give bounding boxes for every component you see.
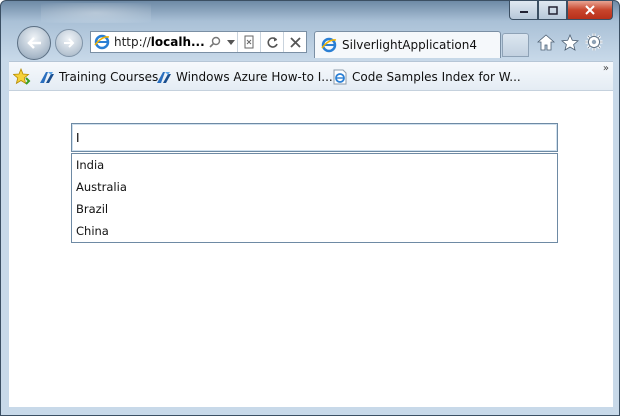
favorite-label: Code Samples Index for W... <box>352 70 521 84</box>
favorite-label: Windows Azure How-to I... <box>176 70 333 84</box>
refresh-icon <box>266 36 278 48</box>
arrow-left-icon <box>27 37 41 49</box>
suggestion-item[interactable]: Australia <box>72 176 557 198</box>
suggestion-item[interactable]: China <box>72 220 557 242</box>
maximize-button[interactable] <box>538 1 567 20</box>
close-icon <box>585 5 595 15</box>
browser-window: http://localh... SilverlightApplication4… <box>0 0 620 416</box>
address-url[interactable]: http://localh... <box>114 35 205 49</box>
arrow-right-icon <box>64 38 75 48</box>
refresh-button[interactable] <box>260 32 283 52</box>
caption-buttons <box>509 1 613 20</box>
favorite-training-courses[interactable]: Training Courses <box>39 69 158 85</box>
favorites-button[interactable] <box>560 32 580 52</box>
close-window-button[interactable] <box>567 1 613 20</box>
window-bottom-border <box>1 407 619 415</box>
ie-icon <box>94 34 110 50</box>
maximize-icon <box>547 5 558 15</box>
favorite-windows-azure-howto[interactable]: Windows Azure How-to I... <box>156 69 333 85</box>
stop-icon <box>289 36 301 48</box>
autocomplete-input-box[interactable] <box>71 123 558 152</box>
suggestion-list: India Australia Brazil China <box>71 153 558 243</box>
address-tools <box>205 32 306 52</box>
suggestion-item[interactable]: Brazil <box>72 198 557 220</box>
azure-icon <box>157 72 171 83</box>
home-icon <box>537 33 555 50</box>
page-content: India Australia Brazil China <box>9 91 613 409</box>
stop-button[interactable] <box>283 32 306 52</box>
tab-silverlight[interactable]: SilverlightApplication4 <box>314 31 501 58</box>
address-bar[interactable]: http://localh... <box>90 31 307 53</box>
suggestion-item[interactable]: India <box>72 154 557 176</box>
gear-icon <box>585 33 603 51</box>
minimize-icon <box>519 11 528 13</box>
address-dropdown-button[interactable] <box>225 32 237 52</box>
search-button[interactable] <box>205 32 225 52</box>
azure-icon <box>40 72 54 83</box>
browser-command-icons <box>536 32 604 52</box>
compatibility-view-button[interactable] <box>237 32 260 52</box>
back-button[interactable] <box>17 26 51 60</box>
favorites-star-icon <box>12 67 31 85</box>
ie-icon <box>321 37 337 53</box>
tab-title: SilverlightApplication4 <box>342 38 477 52</box>
title-glow <box>41 3 151 23</box>
chevron-down-icon <box>227 39 235 45</box>
add-to-favorites-button[interactable] <box>12 67 31 89</box>
home-button[interactable] <box>536 32 556 52</box>
tools-button[interactable] <box>584 32 604 52</box>
favorite-code-samples-index[interactable]: Code Samples Index for W... <box>332 69 521 85</box>
favorites-bar: Training Courses Windows Azure How-to I.… <box>9 61 613 91</box>
new-tab-button[interactable] <box>502 33 529 57</box>
ie-page-icon <box>333 69 347 85</box>
autocomplete-input[interactable] <box>72 124 557 151</box>
minimize-button[interactable] <box>509 1 538 20</box>
forward-button[interactable] <box>55 29 83 57</box>
compatibility-icon <box>244 35 254 49</box>
star-icon <box>561 33 579 51</box>
search-icon <box>209 36 221 48</box>
favorite-label: Training Courses <box>59 70 159 84</box>
favorites-overflow-button[interactable]: » <box>603 63 609 74</box>
